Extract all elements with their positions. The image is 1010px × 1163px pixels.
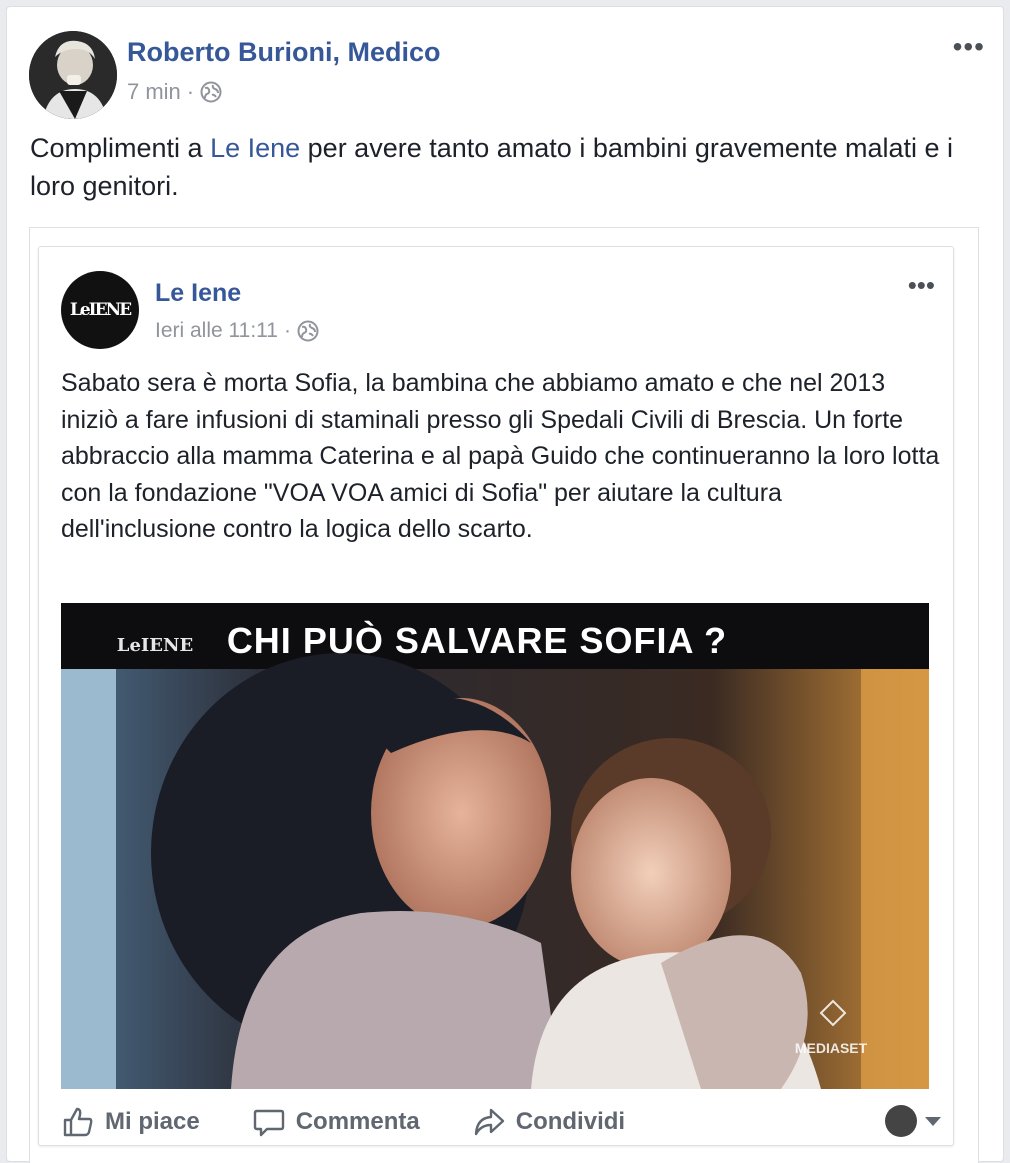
share-button[interactable]: Condividi: [472, 1105, 625, 1139]
shared-meta-separator: ·: [283, 319, 291, 342]
post-time[interactable]: 7 min: [127, 79, 181, 105]
mediaset-watermark: MEDIASET: [795, 1040, 868, 1056]
share-label: Condividi: [515, 1108, 626, 1135]
shared-post-text: Sabato sera è morta Sofia, la bambina ch…: [61, 369, 940, 543]
post-text: Complimenti a Le Iene per avere tanto am…: [30, 129, 990, 205]
globe-icon[interactable]: [200, 81, 222, 103]
share-icon: [474, 1108, 504, 1136]
shared-post-container: LeIENE Le Iene Ieri alle 11:11 · ••• Sab…: [29, 227, 979, 1163]
action-bar: Mi piace Commenta Condividi: [61, 1097, 941, 1147]
like-button[interactable]: Mi piace: [61, 1105, 200, 1139]
post-as-selector[interactable]: [885, 1105, 941, 1137]
meta-separator: ·: [186, 79, 195, 104]
like-label: Mi piace: [105, 1108, 200, 1135]
le-iene-avatar[interactable]: LeIENE: [61, 271, 139, 349]
chevron-down-icon: [925, 1116, 941, 1126]
banner-title: CHI PUÒ SALVARE SOFIA ?: [227, 619, 727, 661]
shared-page-name[interactable]: Le Iene: [155, 279, 241, 308]
author-avatar[interactable]: [29, 31, 117, 119]
comment-button[interactable]: Commenta: [252, 1105, 420, 1139]
post-card: Roberto Burioni, Medico 7 min · ••• Comp…: [6, 6, 1004, 1163]
more-options-icon[interactable]: •••: [953, 33, 985, 61]
user-avatar: [885, 1105, 917, 1137]
shared-video-thumbnail[interactable]: CHI PUÒ SALVARE SOFIA ? LeIENE MEDIASET: [61, 603, 929, 1089]
comment-icon: [253, 1109, 284, 1137]
comment-label: Commenta: [295, 1108, 420, 1135]
post-meta: 7 min ·: [127, 79, 222, 105]
shared-more-options-icon[interactable]: •••: [908, 272, 935, 298]
thumbs-up-icon: [63, 1107, 93, 1137]
image-logo: LeIENE: [117, 635, 193, 656]
shared-post: LeIENE Le Iene Ieri alle 11:11 · ••• Sab…: [38, 246, 954, 1146]
shared-meta: Ieri alle 11:11 ·: [155, 319, 319, 343]
shared-time[interactable]: Ieri alle 11:11: [155, 319, 278, 343]
author-name[interactable]: Roberto Burioni, Medico: [127, 37, 441, 68]
le-iene-avatar-text: LeIENE: [69, 300, 132, 320]
post-text-before: Complimenti a: [30, 133, 211, 163]
le-iene-link[interactable]: Le Iene: [210, 133, 300, 163]
globe-icon[interactable]: [297, 320, 319, 342]
